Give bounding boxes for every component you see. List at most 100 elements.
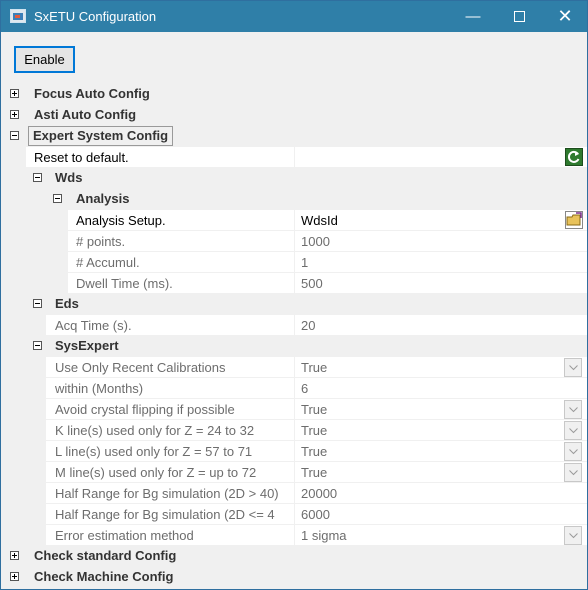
property-row-l-lines[interactable]: L line(s) used only for Z = 57 to 71 Tru… bbox=[46, 441, 587, 462]
collapse-icon[interactable] bbox=[33, 173, 42, 182]
app-icon bbox=[10, 9, 26, 23]
property-value[interactable]: True bbox=[301, 465, 327, 480]
property-row-recent-calibrations[interactable]: Use Only Recent Calibrations True bbox=[46, 357, 587, 378]
collapse-icon[interactable] bbox=[53, 194, 62, 203]
subcategory-wds[interactable]: Wds bbox=[26, 168, 587, 189]
property-value[interactable]: True bbox=[301, 423, 327, 438]
expand-icon[interactable] bbox=[10, 110, 19, 119]
property-row-error-estimation[interactable]: Error estimation method 1 sigma bbox=[46, 525, 587, 546]
property-label: Half Range for Bg simulation (2D > 40) bbox=[55, 486, 279, 501]
chevron-down-icon bbox=[569, 533, 578, 539]
subcategory-label: SysExpert bbox=[55, 338, 119, 353]
category-label: Asti Auto Config bbox=[34, 107, 137, 122]
property-row-within-months[interactable]: within (Months) 6 bbox=[46, 378, 587, 399]
divider bbox=[294, 504, 295, 525]
category-check-standard[interactable]: Check standard Config bbox=[1, 546, 587, 567]
property-value[interactable]: 20000 bbox=[301, 486, 337, 501]
property-value[interactable]: True bbox=[301, 444, 327, 459]
divider bbox=[294, 441, 295, 462]
expand-icon[interactable] bbox=[10, 551, 19, 560]
chevron-down-icon bbox=[569, 470, 578, 476]
property-value[interactable]: 500 bbox=[301, 276, 323, 291]
collapse-icon[interactable] bbox=[33, 299, 42, 308]
property-label: Reset to default. bbox=[34, 150, 129, 165]
expand-icon[interactable] bbox=[10, 572, 19, 581]
title-bar[interactable]: SxETU Configuration — ✕ bbox=[1, 1, 587, 32]
property-label: Acq Time (s). bbox=[55, 318, 132, 333]
divider bbox=[294, 357, 295, 378]
category-expert[interactable]: Expert System Config bbox=[1, 126, 587, 147]
property-row-accumul[interactable]: # Accumul. 1 bbox=[68, 252, 587, 273]
property-label: Error estimation method bbox=[55, 528, 194, 543]
property-value[interactable]: 6000 bbox=[301, 507, 330, 522]
dropdown-button[interactable] bbox=[564, 421, 582, 440]
window-title: SxETU Configuration bbox=[34, 9, 157, 24]
divider bbox=[294, 483, 295, 504]
category-label: Expert System Config bbox=[28, 126, 174, 146]
divider bbox=[294, 462, 295, 483]
category-label: Focus Auto Config bbox=[34, 86, 150, 101]
property-row-half-range-low[interactable]: Half Range for Bg simulation (2D <= 4 60… bbox=[46, 504, 587, 525]
dropdown-button[interactable] bbox=[564, 358, 582, 377]
divider bbox=[294, 210, 295, 231]
configuration-window: SxETU Configuration — ✕ Enable Focus Aut… bbox=[0, 0, 588, 590]
property-value[interactable]: 1 sigma bbox=[301, 528, 347, 543]
property-label: L line(s) used only for Z = 57 to 71 bbox=[55, 444, 253, 459]
property-label: M line(s) used only for Z = up to 72 bbox=[55, 465, 257, 480]
property-value[interactable]: 1 bbox=[301, 255, 308, 270]
indent-gutter bbox=[26, 189, 46, 294]
divider bbox=[294, 231, 295, 252]
minimize-button[interactable]: — bbox=[450, 1, 496, 32]
subcategory-label: Analysis bbox=[76, 191, 130, 206]
property-value[interactable]: True bbox=[301, 402, 327, 417]
close-button[interactable]: ✕ bbox=[542, 1, 588, 32]
property-row-half-range-high[interactable]: Half Range for Bg simulation (2D > 40) 2… bbox=[46, 483, 587, 504]
dropdown-button[interactable] bbox=[564, 463, 582, 482]
subcategory-eds[interactable]: Eds bbox=[26, 294, 587, 315]
divider bbox=[294, 399, 295, 420]
folder-browse-icon[interactable] bbox=[565, 211, 583, 229]
property-row-avoid-flipping[interactable]: Avoid crystal flipping if possible True bbox=[46, 399, 587, 420]
divider bbox=[294, 147, 295, 168]
enable-button[interactable]: Enable bbox=[14, 46, 75, 73]
property-value[interactable]: 6 bbox=[301, 381, 308, 396]
property-row-reset[interactable]: Reset to default. bbox=[26, 147, 587, 168]
expand-icon[interactable] bbox=[10, 89, 19, 98]
property-label: Use Only Recent Calibrations bbox=[55, 360, 226, 375]
property-value[interactable]: WdsId bbox=[301, 213, 338, 228]
dropdown-button[interactable] bbox=[564, 400, 582, 419]
reset-icon[interactable] bbox=[565, 148, 583, 166]
property-row-dwell[interactable]: Dwell Time (ms). 500 bbox=[68, 273, 587, 294]
maximize-icon bbox=[513, 10, 525, 22]
property-row-m-lines[interactable]: M line(s) used only for Z = up to 72 Tru… bbox=[46, 462, 587, 483]
property-label: Half Range for Bg simulation (2D <= 4 bbox=[55, 507, 275, 522]
subcategory-sysexpert[interactable]: SysExpert bbox=[26, 336, 587, 357]
subcategory-analysis[interactable]: Analysis bbox=[46, 189, 587, 210]
property-row-analysis-setup[interactable]: Analysis Setup. WdsId bbox=[68, 210, 587, 231]
maximize-button[interactable] bbox=[496, 1, 542, 32]
chevron-down-icon bbox=[569, 428, 578, 434]
property-row-acq-time[interactable]: Acq Time (s). 20 bbox=[46, 315, 587, 336]
chevron-down-icon bbox=[569, 449, 578, 455]
divider bbox=[294, 525, 295, 546]
property-row-points[interactable]: # points. 1000 bbox=[68, 231, 587, 252]
property-label: within (Months) bbox=[55, 381, 144, 396]
dropdown-button[interactable] bbox=[564, 526, 582, 545]
property-row-k-lines[interactable]: K line(s) used only for Z = 24 to 32 Tru… bbox=[46, 420, 587, 441]
property-value[interactable]: 1000 bbox=[301, 234, 330, 249]
collapse-icon[interactable] bbox=[10, 131, 19, 140]
subcategory-label: Wds bbox=[55, 170, 83, 185]
property-value[interactable]: True bbox=[301, 360, 327, 375]
category-focus[interactable]: Focus Auto Config bbox=[1, 84, 587, 105]
property-label: Analysis Setup. bbox=[76, 213, 166, 228]
dropdown-button[interactable] bbox=[564, 442, 582, 461]
collapse-icon[interactable] bbox=[33, 341, 42, 350]
category-asti[interactable]: Asti Auto Config bbox=[1, 105, 587, 126]
indent-gutter bbox=[46, 210, 68, 294]
property-label: Avoid crystal flipping if possible bbox=[55, 402, 235, 417]
category-check-machine[interactable]: Check Machine Config bbox=[1, 567, 587, 588]
indent-gutter bbox=[26, 357, 46, 546]
property-label: K line(s) used only for Z = 24 to 32 bbox=[55, 423, 255, 438]
chevron-down-icon bbox=[569, 407, 578, 413]
property-value[interactable]: 20 bbox=[301, 318, 315, 333]
